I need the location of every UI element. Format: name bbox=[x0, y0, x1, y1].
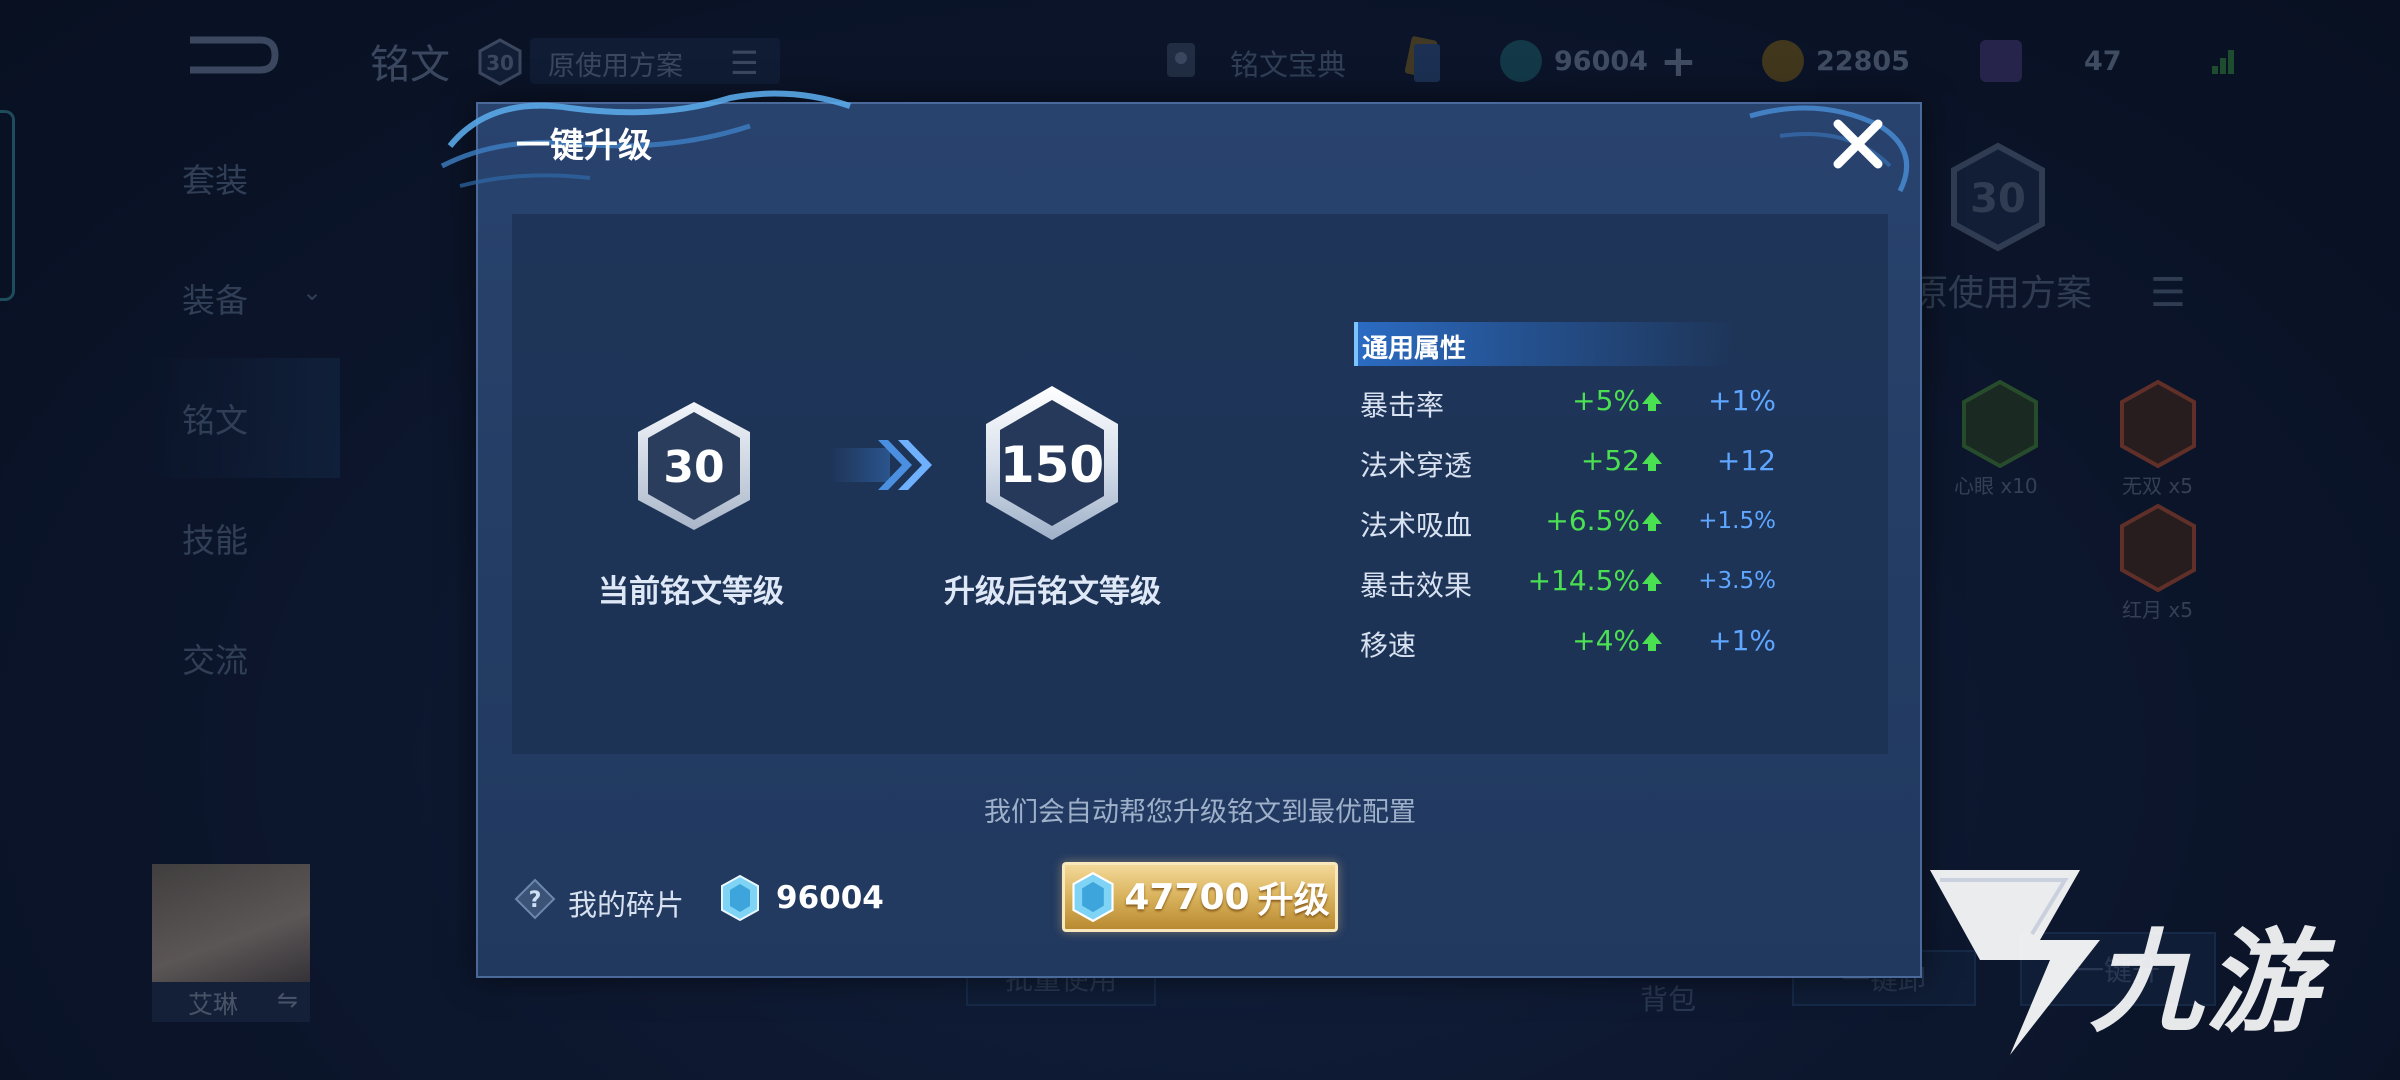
shard-icon bbox=[721, 874, 759, 922]
attribute-current: +1.5% bbox=[1698, 508, 1776, 534]
attribute-gain: +14.5% bbox=[1528, 564, 1662, 597]
upgraded-level-value: 150 bbox=[1000, 436, 1104, 494]
attribute-row: 法术吸血 +6.5% +1.5% bbox=[1360, 504, 1780, 556]
attribute-name: 暴击效果 bbox=[1360, 569, 1473, 602]
close-icon bbox=[1833, 119, 1883, 169]
attribute-gain: +6.5% bbox=[1545, 504, 1662, 537]
upgrade-button[interactable]: 47700 升级 bbox=[1062, 862, 1338, 932]
current-level-label: 当前铭文等级 bbox=[598, 574, 784, 610]
upgraded-level-label: 升级后铭文等级 bbox=[944, 574, 1161, 610]
attribute-gain: +5% bbox=[1572, 384, 1662, 417]
up-arrow-icon bbox=[1642, 632, 1662, 651]
help-icon[interactable]: ? bbox=[514, 878, 556, 920]
cloud-swirl-decoration bbox=[440, 90, 851, 188]
svg-text:?: ? bbox=[529, 888, 542, 913]
attribute-name: 移速 bbox=[1360, 629, 1417, 662]
attribute-row: 暴击效果 +14.5% +3.5% bbox=[1360, 564, 1780, 616]
attribute-row: 暴击率 +5% +1% bbox=[1360, 384, 1780, 436]
attribute-current: +3.5% bbox=[1698, 568, 1776, 594]
upgrade-cost: 47700 bbox=[1124, 876, 1250, 918]
dialog-title: 一键升级 bbox=[516, 126, 652, 166]
current-level-hex-icon: 30 bbox=[638, 402, 750, 530]
attributes-header: 通用属性 bbox=[1362, 334, 1467, 364]
shard-icon bbox=[1072, 871, 1114, 923]
up-arrow-icon bbox=[1642, 512, 1662, 531]
attribute-name: 暴击率 bbox=[1360, 389, 1445, 422]
double-chevron-right-icon bbox=[830, 440, 932, 490]
attribute-current: +1% bbox=[1708, 624, 1776, 657]
close-button[interactable] bbox=[1826, 112, 1890, 176]
my-shards-value: 96004 bbox=[776, 880, 884, 916]
watermark-text: 九游 bbox=[2090, 918, 2322, 1048]
attribute-row: 法术穿透 +52 +12 bbox=[1360, 444, 1780, 496]
upgrade-verb: 升级 bbox=[1257, 880, 1330, 921]
my-shards-label: 我的碎片 bbox=[568, 888, 685, 922]
attribute-gain: +52 bbox=[1581, 444, 1662, 477]
attribute-current: +1% bbox=[1708, 384, 1776, 417]
auto-upgrade-note: 我们会自动帮您升级铭文到最优配置 bbox=[984, 797, 1416, 828]
attributes-header-accent bbox=[1354, 322, 1358, 366]
up-arrow-icon bbox=[1642, 392, 1662, 411]
upgraded-level-hex-icon: 150 bbox=[986, 386, 1118, 540]
current-level-value: 30 bbox=[663, 442, 724, 493]
attribute-name: 法术吸血 bbox=[1360, 509, 1473, 542]
attribute-row: 移速 +4% +1% bbox=[1360, 624, 1780, 676]
attribute-name: 法术穿透 bbox=[1360, 449, 1473, 482]
up-arrow-icon bbox=[1642, 452, 1662, 471]
up-arrow-icon bbox=[1642, 572, 1662, 591]
attribute-current: +12 bbox=[1716, 444, 1776, 477]
attribute-gain: +4% bbox=[1572, 624, 1662, 657]
